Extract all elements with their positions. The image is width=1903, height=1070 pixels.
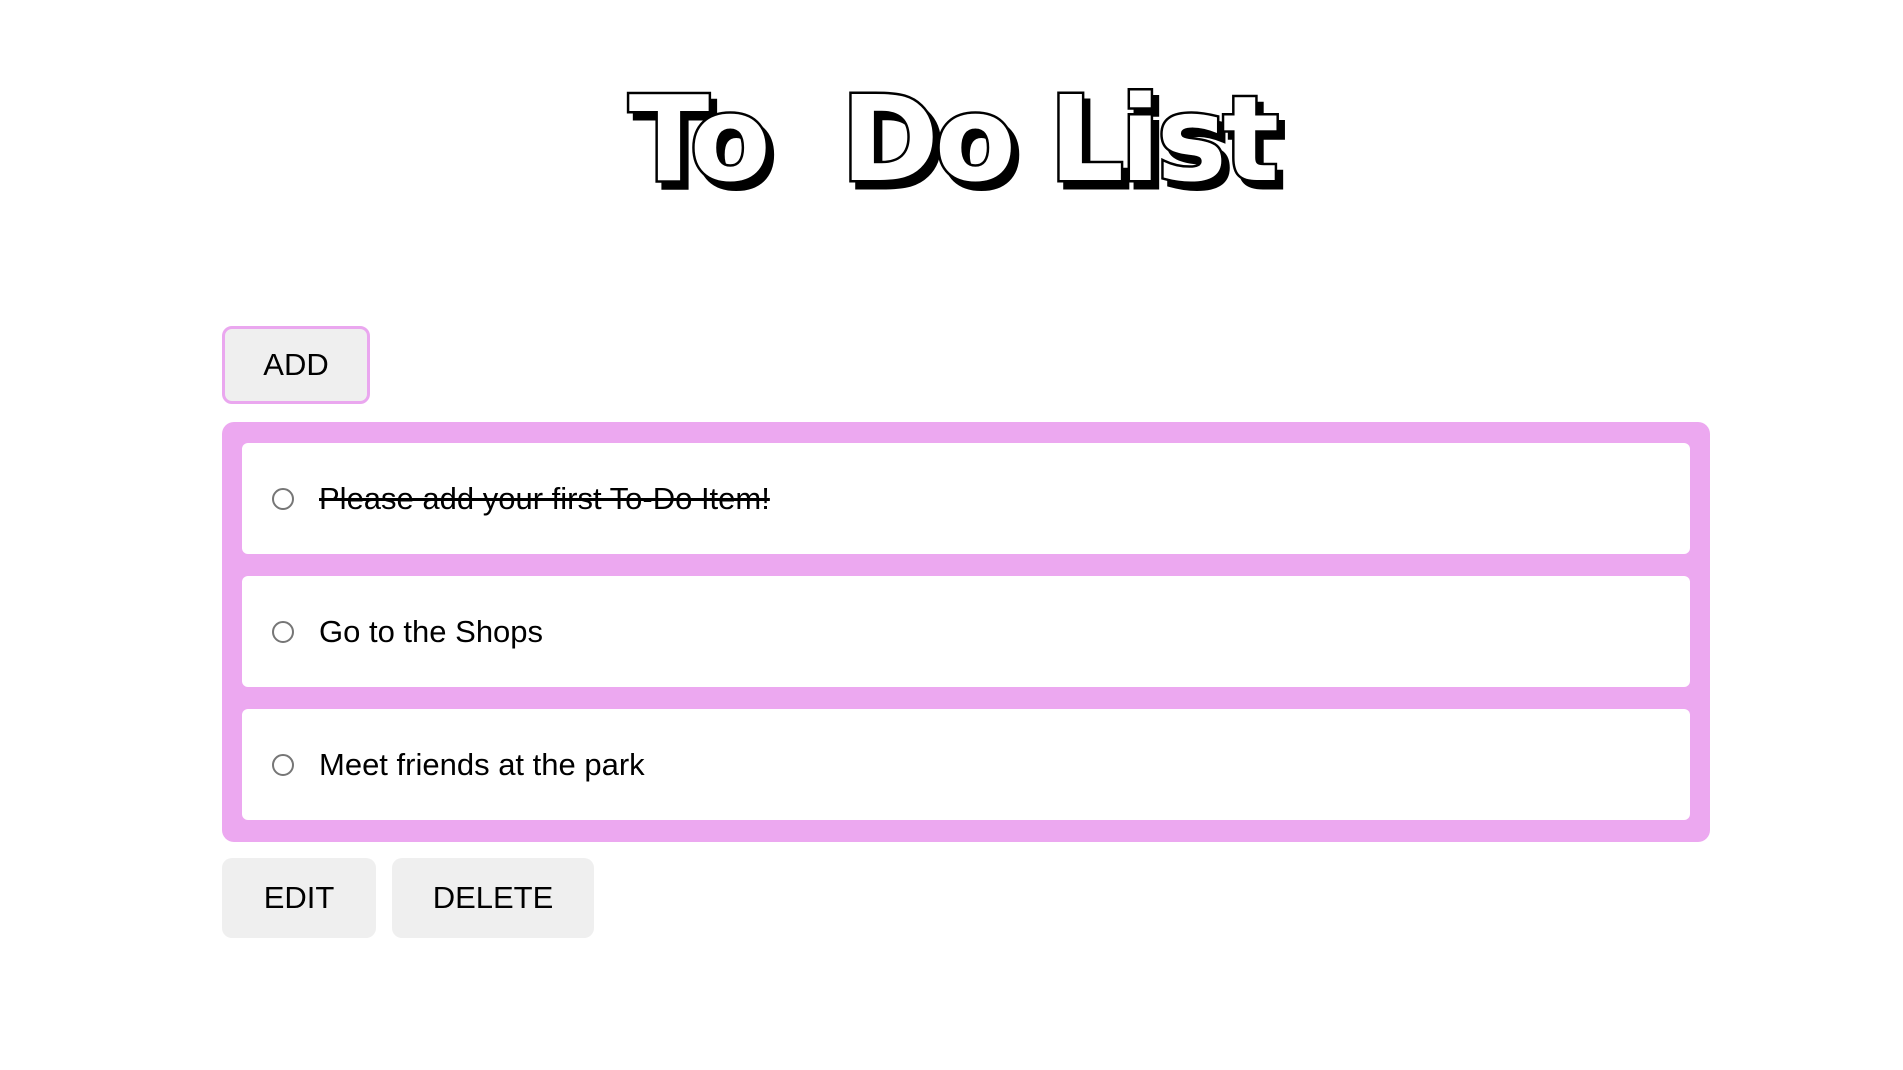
todo-app: To Do List To Do List ADD Please add you… (0, 0, 1903, 1070)
todo-item-radio[interactable] (272, 487, 294, 510)
todo-item-radio[interactable] (272, 753, 294, 776)
todo-item-label: Meet friends at the park (319, 746, 645, 782)
todo-list: Please add your first To-Do Item! Go to … (222, 422, 1710, 842)
todo-item-label: Please add your first To-Do Item! (319, 480, 770, 516)
delete-button[interactable]: DELETE (392, 858, 594, 938)
page-title-text: To Do List (628, 70, 1276, 208)
add-button[interactable]: ADD (222, 326, 370, 404)
todo-item[interactable]: Please add your first To-Do Item! (242, 443, 1690, 554)
todo-item[interactable]: Go to the Shops (242, 576, 1690, 687)
edit-button[interactable]: EDIT (222, 858, 376, 938)
page-title-container: To Do List To Do List (0, 68, 1903, 218)
todo-item-label: Go to the Shops (319, 613, 544, 649)
todo-item-radio[interactable] (272, 620, 294, 643)
todo-item[interactable]: Meet friends at the park (242, 709, 1690, 820)
page-title: To Do List To Do List (626, 68, 1289, 218)
